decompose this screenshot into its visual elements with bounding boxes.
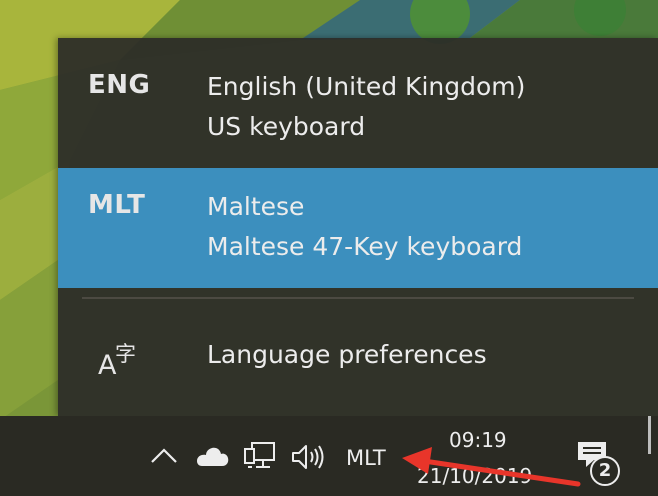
keyboard-layout-name: US keyboard [207, 112, 366, 141]
flyout-divider [82, 297, 634, 299]
notification-count-badge: 2 [590, 456, 620, 486]
input-language-indicator[interactable]: MLT [346, 446, 386, 470]
onedrive-cloud-icon[interactable] [194, 442, 230, 474]
language-preferences-icon: A 字 [98, 342, 136, 381]
chevron-up-icon[interactable] [148, 444, 180, 472]
volume-icon[interactable] [290, 442, 328, 476]
language-option-eng[interactable]: ENG English (United Kingdom) US keyboard [58, 48, 658, 168]
language-name: English (United Kingdom) [207, 72, 526, 101]
language-preferences-label: Language preferences [207, 340, 487, 369]
clock-time[interactable]: 09:19 [449, 428, 507, 452]
language-code: MLT [88, 190, 146, 220]
language-name: Maltese [207, 192, 305, 221]
language-option-mlt[interactable]: MLT Maltese Maltese 47-Key keyboard [58, 168, 658, 288]
language-code: ENG [88, 70, 151, 100]
clock-date[interactable]: 21/10/2019 [417, 464, 532, 488]
taskbar: MLT 09:19 21/10/2019 2 [0, 416, 658, 496]
action-center-button[interactable]: 2 [572, 438, 624, 488]
keyboard-layout-name: Maltese 47-Key keyboard [207, 232, 523, 261]
show-desktop-edge[interactable] [648, 416, 651, 454]
language-preferences-link[interactable]: A 字 Language preferences [58, 306, 658, 406]
input-language-flyout: ENG English (United Kingdom) US keyboard… [58, 38, 658, 416]
network-icon[interactable] [242, 440, 278, 478]
